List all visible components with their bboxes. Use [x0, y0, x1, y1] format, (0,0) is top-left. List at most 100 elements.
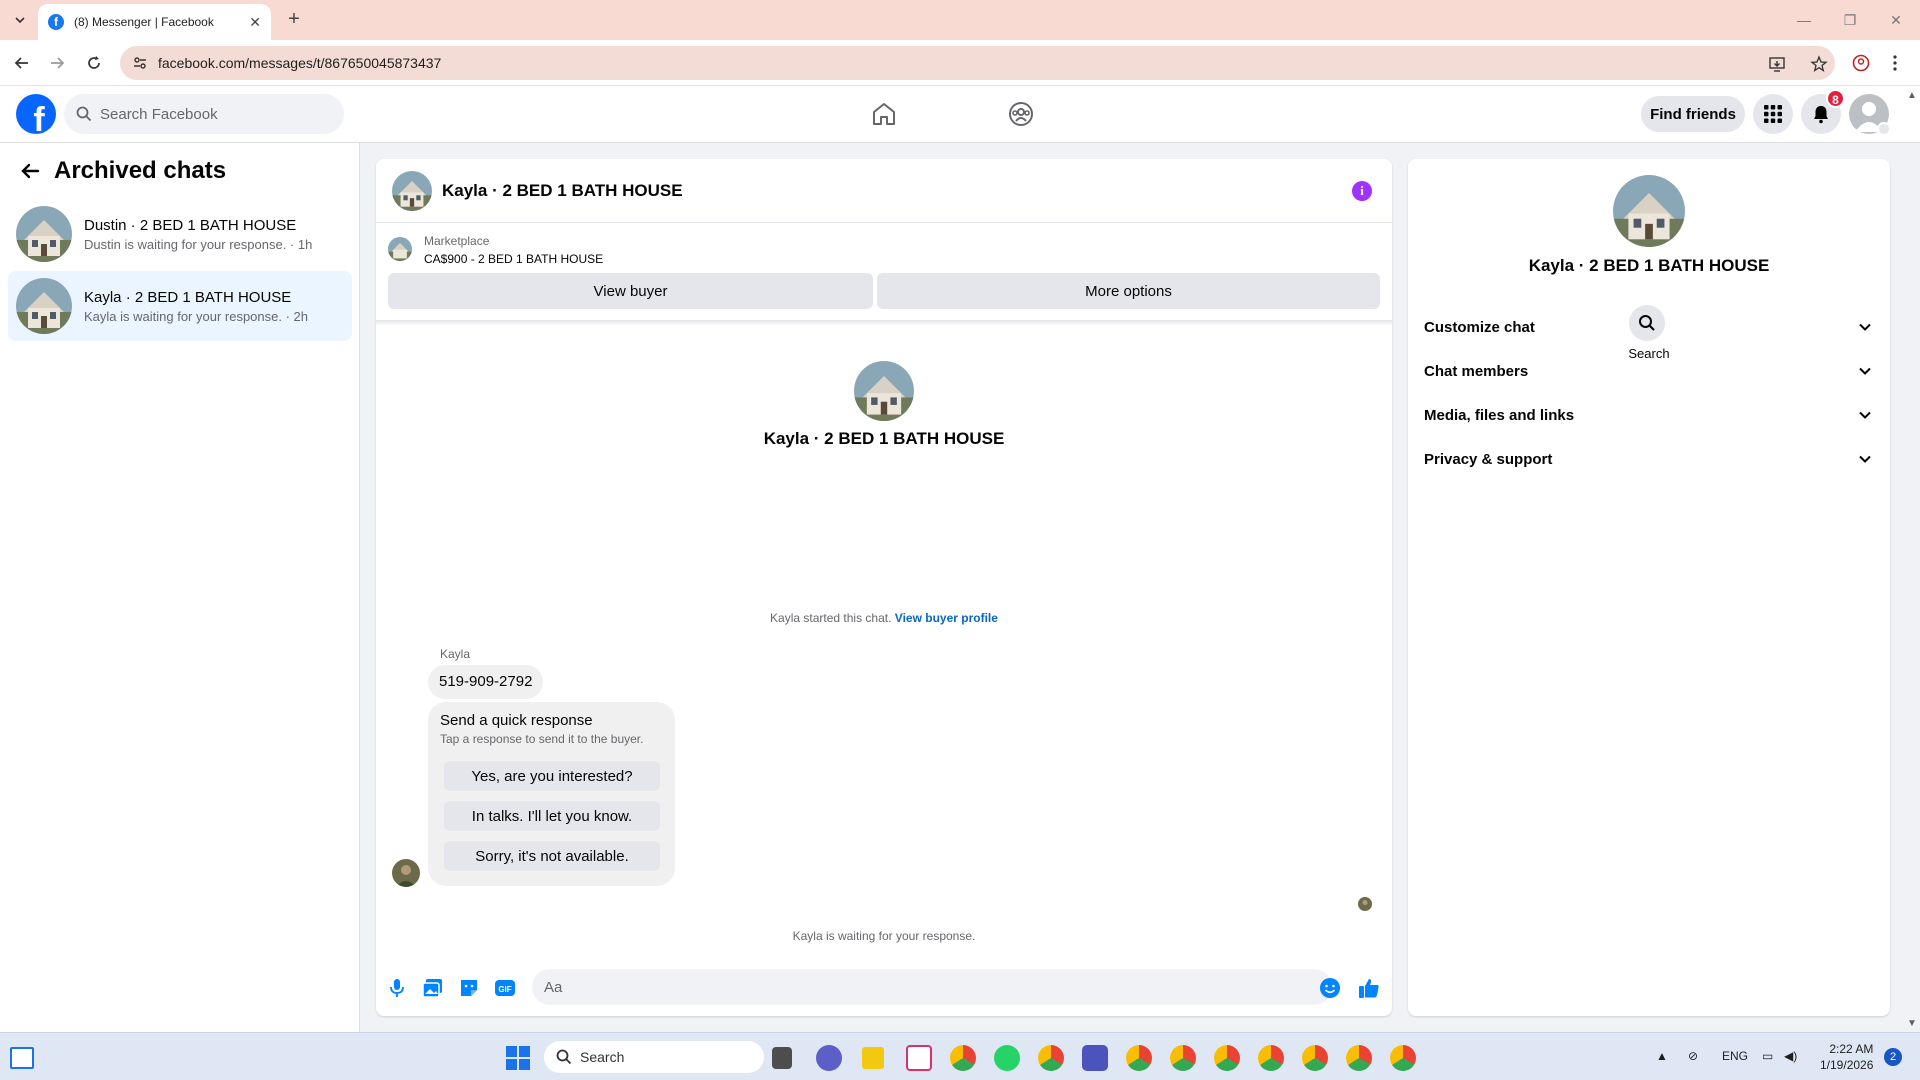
profile-account-icon[interactable]: [1852, 54, 1870, 72]
arrow-left-icon: [14, 57, 28, 69]
thumbs-up-icon[interactable]: [1358, 977, 1380, 999]
whatsapp-icon[interactable]: [994, 1045, 1020, 1071]
chrome-profile-icon[interactable]: [1170, 1045, 1196, 1071]
chat-started-notice: Kayla started this chat. View buyer prof…: [376, 611, 1392, 625]
language-indicator[interactable]: ENG: [1722, 1049, 1748, 1063]
conversation-preview: Kayla is waiting for your response. · 2h: [84, 308, 308, 324]
chrome-profile-icon[interactable]: [1390, 1045, 1416, 1071]
windows-start-icon[interactable]: [506, 1046, 530, 1070]
groups-icon[interactable]: [1007, 100, 1035, 128]
teams-icon[interactable]: [1082, 1045, 1108, 1071]
divider: [376, 321, 1392, 326]
listing-title[interactable]: CA$900 - 2 BED 1 BATH HOUSE: [424, 252, 603, 266]
archived-chats-sidebar: Archived chats Dustin · 2 BED 1 BATH HOU…: [0, 143, 360, 1032]
account-menu-chevron-icon[interactable]: [1877, 122, 1891, 136]
info-icon[interactable]: i: [1352, 181, 1372, 201]
accordion-chat-members[interactable]: Chat members: [1416, 351, 1882, 391]
quick-response-button-interested[interactable]: Yes, are you interested?: [444, 761, 660, 791]
clock-time: 2:22 AM: [1829, 1042, 1874, 1056]
minimize-window-button[interactable]: —: [1792, 8, 1816, 32]
chrome-profile-icon[interactable]: [1214, 1045, 1240, 1071]
address-bar[interactable]: facebook.com/messages/t/867650045873437: [120, 46, 1835, 80]
install-app-icon[interactable]: [1768, 55, 1786, 73]
file-explorer-icon[interactable]: [772, 1047, 792, 1069]
browser-menu-icon[interactable]: [1892, 54, 1898, 72]
widgets-icon[interactable]: [10, 1047, 34, 1069]
quick-response-title: Send a quick response: [440, 712, 593, 729]
accordion-media-files-links[interactable]: Media, files and links: [1416, 395, 1882, 435]
browser-tab-messenger[interactable]: f (8) Messenger | Facebook ✕: [38, 4, 271, 40]
chat-header: Kayla · 2 BED 1 BATH HOUSE i: [376, 159, 1392, 223]
chevron-down-icon: [1859, 323, 1871, 331]
photo-icon[interactable]: [422, 977, 444, 999]
search-icon: [76, 106, 92, 122]
facebook-search-input[interactable]: [100, 105, 320, 123]
bookmark-star-icon[interactable]: [1810, 55, 1828, 73]
listing-thumbnail-icon[interactable]: [388, 237, 412, 261]
message-sender-name: Kayla: [440, 647, 471, 661]
reload-icon: [88, 56, 100, 69]
chat-started-text: Kayla started this chat.: [770, 611, 892, 625]
taskbar-search[interactable]: Search: [544, 1041, 764, 1073]
display-network-icon[interactable]: ▭: [1762, 1049, 1773, 1063]
house-avatar-icon[interactable]: [1613, 175, 1685, 247]
chrome-profile-icon[interactable]: [1258, 1045, 1284, 1071]
tab-search-menu-button[interactable]: [8, 8, 32, 32]
quick-response-button-not-available[interactable]: Sorry, it's not available.: [444, 841, 660, 871]
scrollbar-down-arrow[interactable]: ▼: [1907, 1018, 1917, 1029]
find-friends-button[interactable]: Find friends: [1641, 96, 1745, 132]
show-hidden-icons-chevron-icon[interactable]: ▲: [1656, 1049, 1668, 1063]
back-arrow-icon[interactable]: [20, 161, 40, 181]
taskbar-clock[interactable]: 2:22 AM 1/19/2026: [1820, 1041, 1873, 1073]
emoji-icon[interactable]: [1319, 977, 1341, 999]
conversation-item-kayla[interactable]: Kayla · 2 BED 1 BATH HOUSE Kayla is wait…: [8, 271, 352, 341]
accordion-customize-chat[interactable]: Customize chat: [1416, 307, 1882, 347]
notification-center-badge[interactable]: 2: [1884, 1048, 1902, 1066]
home-icon[interactable]: [870, 100, 898, 128]
chrome-profile-icon[interactable]: [1038, 1045, 1064, 1071]
facebook-logo-icon[interactable]: f: [16, 94, 56, 134]
view-buyer-profile-link[interactable]: View buyer profile: [895, 611, 998, 625]
gif-icon[interactable]: GIF: [494, 977, 516, 999]
facebook-header: f Find friends 8: [0, 86, 1920, 143]
microphone-icon[interactable]: [386, 977, 408, 999]
house-avatar-icon: [16, 206, 72, 262]
notifications-button[interactable]: 8: [1801, 89, 1845, 134]
sticky-notes-icon[interactable]: [862, 1047, 884, 1069]
chrome-profile-icon[interactable]: [1126, 1045, 1152, 1071]
message-input[interactable]: [532, 969, 1332, 1005]
message-bubble[interactable]: 519-909-2792: [428, 665, 544, 699]
close-tab-icon[interactable]: ✕: [249, 14, 261, 31]
waiting-status: Kayla is waiting for your response.: [792, 929, 976, 943]
view-buyer-button[interactable]: View buyer: [388, 273, 873, 309]
house-avatar-icon[interactable]: [392, 170, 432, 211]
quick-response-button-in-talks[interactable]: In talks. I'll let you know.: [444, 801, 660, 831]
facebook-favicon-icon: f: [48, 14, 64, 30]
chrome-profile-icon[interactable]: [1302, 1045, 1328, 1071]
snipping-tool-icon[interactable]: [906, 1045, 932, 1071]
menu-button[interactable]: [1753, 94, 1793, 134]
teams-meet-icon[interactable]: [816, 1045, 842, 1071]
site-settings-icon[interactable]: [132, 55, 148, 71]
search-icon: [556, 1049, 572, 1065]
accordion-label: Privacy & support: [1424, 450, 1553, 468]
forward-button[interactable]: [45, 51, 69, 75]
sender-avatar[interactable]: [392, 859, 420, 887]
chat-title[interactable]: Kayla · 2 BED 1 BATH HOUSE: [442, 181, 683, 201]
conversation-name: Kayla · 2 BED 1 BATH HOUSE: [84, 288, 292, 306]
scrollbar-up-arrow[interactable]: ▲: [1907, 90, 1917, 101]
back-button[interactable]: [10, 51, 34, 75]
chrome-profile-icon[interactable]: [1346, 1045, 1372, 1071]
close-window-button[interactable]: ✕: [1884, 8, 1908, 32]
conversation-item-dustin[interactable]: Dustin · 2 BED 1 BATH HOUSE Dustin is wa…: [8, 199, 352, 269]
facebook-search-box[interactable]: [64, 94, 344, 134]
new-tab-button[interactable]: +: [284, 9, 304, 30]
network-status-icon[interactable]: ⊘: [1688, 1049, 1698, 1063]
more-options-button[interactable]: More options: [877, 273, 1380, 309]
accordion-privacy-support[interactable]: Privacy & support: [1416, 439, 1882, 479]
sticker-icon[interactable]: [458, 977, 480, 999]
chrome-icon[interactable]: [950, 1045, 976, 1071]
restore-window-button[interactable]: ❐: [1838, 8, 1862, 32]
reload-button[interactable]: [82, 51, 106, 75]
volume-icon[interactable]: ◀): [1784, 1049, 1797, 1063]
